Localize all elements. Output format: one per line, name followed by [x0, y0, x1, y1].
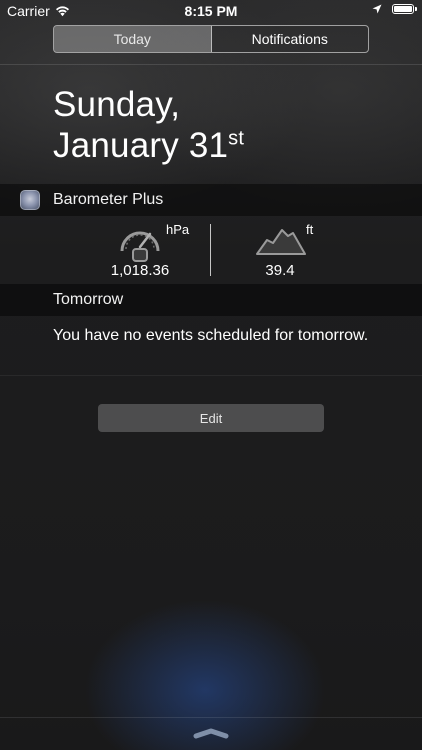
- tomorrow-section-header: Tomorrow: [0, 284, 422, 316]
- status-bar: Carrier 8:15 PM: [0, 0, 422, 22]
- widget-column-divider: [210, 224, 211, 276]
- pressure-unit: hPa: [166, 222, 190, 237]
- date-month-day: January 31: [53, 126, 229, 165]
- header-divider: [0, 64, 422, 65]
- no-events-message: You have no events scheduled for tomorro…: [53, 327, 369, 344]
- altitude-value: 39.4: [265, 262, 295, 279]
- bottom-divider: [0, 717, 422, 718]
- tab-today[interactable]: Today: [54, 26, 212, 52]
- today-notifications-segmented-control[interactable]: Today Notifications: [53, 25, 369, 53]
- pressure-column[interactable]: hPa 1,018.36: [100, 216, 200, 284]
- barometer-widget-header[interactable]: Barometer Plus: [0, 184, 422, 216]
- widget-title: Barometer Plus: [53, 191, 164, 208]
- tab-notifications[interactable]: Notifications: [212, 26, 369, 52]
- date-weekday: Sunday,: [53, 85, 181, 124]
- date-heading: Sunday, January 31st: [53, 84, 244, 166]
- altitude-column[interactable]: ft 39.4: [250, 216, 330, 284]
- barometer-widget-body[interactable]: hPa 1,018.36 ft 39.4: [0, 216, 422, 284]
- tomorrow-header-label: Tomorrow: [53, 291, 124, 308]
- mountain-icon: [256, 229, 306, 255]
- battery-icon: [392, 4, 417, 14]
- date-ordinal-suffix: st: [228, 127, 245, 150]
- date-month-day-line: January 31st: [53, 125, 244, 166]
- barometer-gauge-icon: [120, 231, 160, 262]
- chevron-up-grabber-icon[interactable]: [193, 727, 229, 739]
- pressure-value: 1,018.36: [110, 262, 170, 279]
- location-arrow-icon: [372, 4, 382, 14]
- events-divider: [0, 375, 422, 376]
- status-right: [372, 4, 417, 14]
- status-time: 8:15 PM: [184, 3, 238, 19]
- altitude-unit: ft: [306, 222, 314, 237]
- edit-button[interactable]: Edit: [98, 404, 324, 432]
- barometer-app-icon: [20, 190, 40, 210]
- battery-fill: [394, 6, 412, 12]
